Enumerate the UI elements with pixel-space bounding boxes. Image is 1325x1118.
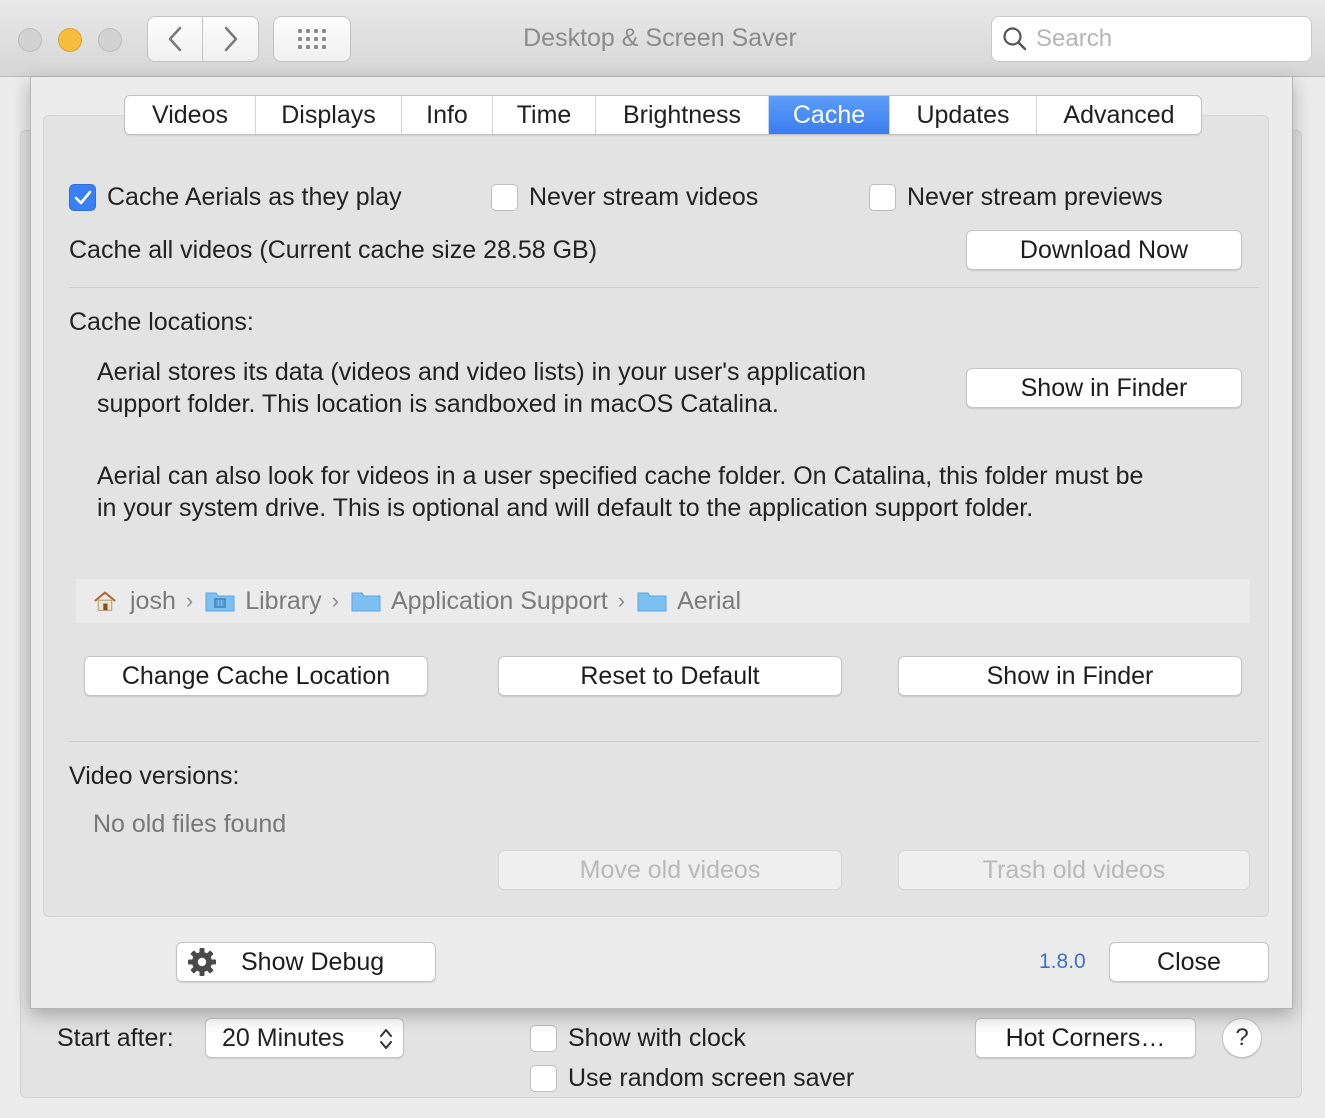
hot-corners-button[interactable]: Hot Corners… [975, 1018, 1196, 1058]
folder-icon [351, 592, 381, 612]
chevron-right-icon: › [331, 588, 339, 613]
path-segment-aerial[interactable]: Aerial [637, 587, 741, 616]
chevron-left-icon [168, 26, 182, 52]
tab-time[interactable]: Time [493, 96, 596, 134]
no-old-files-label: No old files found [93, 810, 287, 838]
show-in-finder-button[interactable]: Show in Finder [966, 368, 1242, 408]
path-segment-home[interactable]: josh [90, 587, 176, 616]
trash-old-videos-button[interactable]: Trash old videos [898, 850, 1250, 890]
folder-icon [637, 592, 667, 612]
download-now-button[interactable]: Download Now [966, 230, 1242, 270]
minimize-window-button[interactable] [58, 28, 82, 52]
never-stream-previews-checkbox[interactable] [869, 184, 896, 211]
use-random-row[interactable]: Use random screen saver [530, 1064, 854, 1093]
search-icon [1003, 27, 1027, 51]
grid-icon [298, 29, 326, 49]
search-field[interactable]: Search [991, 16, 1312, 62]
forward-button[interactable] [203, 16, 259, 62]
window-title: Desktop & Screen Saver [523, 24, 797, 52]
version-label[interactable]: 1.8.0 [1039, 950, 1086, 974]
cache-aerials-label: Cache Aerials as they play [107, 183, 402, 211]
cache-path-control[interactable]: josh › Library › Application Support › A… [76, 579, 1250, 623]
gear-icon [188, 948, 216, 976]
zoom-window-button[interactable] [98, 28, 122, 52]
reset-to-default-button[interactable]: Reset to Default [498, 656, 842, 696]
cache-aerials-checkbox[interactable] [69, 184, 96, 211]
custom-cache-description-line-2: in your system drive. This is optional a… [97, 494, 1034, 522]
show-debug-label: Show Debug [241, 947, 385, 976]
use-random-label: Use random screen saver [568, 1064, 855, 1092]
tab-updates[interactable]: Updates [890, 96, 1037, 134]
divider [69, 741, 1259, 742]
locations-description-line-2: support folder. This location is sandbox… [97, 390, 779, 418]
help-button[interactable]: ? [1222, 1018, 1262, 1058]
path-segment-application-support[interactable]: Application Support [351, 587, 608, 616]
divider [69, 287, 1259, 288]
never-stream-videos-checkbox[interactable] [491, 184, 518, 211]
video-versions-title: Video versions: [69, 762, 240, 790]
tab-bar: Videos Displays Info Time Brightness Cac… [124, 95, 1202, 135]
never-stream-videos-label: Never stream videos [529, 183, 759, 211]
move-old-videos-button[interactable]: Move old videos [498, 850, 842, 890]
path-segment-label: Application Support [390, 586, 608, 615]
show-with-clock-label: Show with clock [568, 1024, 746, 1052]
chevron-right-icon: › [185, 588, 194, 613]
show-debug-button[interactable]: Show Debug [176, 942, 436, 982]
title-bar: Desktop & Screen Saver Search [0, 0, 1325, 77]
never-stream-previews-row[interactable]: Never stream previews [869, 183, 1163, 212]
back-button[interactable] [147, 16, 203, 62]
cache-aerials-row[interactable]: Cache Aerials as they play [69, 183, 402, 212]
use-random-checkbox[interactable] [530, 1065, 557, 1092]
never-stream-videos-row[interactable]: Never stream videos [491, 183, 758, 212]
custom-cache-description-line-1: Aerial can also look for videos in a use… [97, 462, 1144, 490]
chevron-right-icon: › [617, 588, 626, 613]
start-after-label: Start after: [57, 1024, 174, 1052]
start-after-value: 20 Minutes [222, 1023, 345, 1052]
path-segment-label: josh [130, 586, 176, 615]
path-segment-label: Aerial [677, 586, 742, 615]
path-segment-label: Library [245, 586, 322, 615]
library-folder-icon [205, 592, 235, 612]
path-segment-library[interactable]: Library [205, 586, 322, 616]
checkmark-icon [74, 190, 91, 204]
chevron-right-icon [224, 26, 237, 52]
search-placeholder: Search [1036, 25, 1113, 52]
change-cache-location-button[interactable]: Change Cache Location [84, 656, 428, 696]
tab-advanced[interactable]: Advanced [1037, 96, 1201, 134]
tab-displays[interactable]: Displays [256, 96, 402, 134]
home-icon [94, 591, 116, 611]
show-with-clock-row[interactable]: Show with clock [530, 1024, 746, 1053]
show-all-button[interactable] [273, 16, 351, 62]
tab-videos[interactable]: Videos [125, 96, 256, 134]
show-in-finder-button[interactable]: Show in Finder [898, 656, 1242, 696]
locations-description-line-1: Aerial stores its data (videos and video… [97, 358, 867, 386]
tab-info[interactable]: Info [402, 96, 493, 134]
cache-locations-title: Cache locations: [69, 308, 254, 336]
start-after-popup[interactable]: 20 Minutes [205, 1018, 404, 1058]
close-button[interactable]: Close [1109, 942, 1269, 982]
tab-cache[interactable]: Cache [769, 96, 890, 134]
updown-arrows-icon [380, 1029, 392, 1049]
tab-brightness[interactable]: Brightness [596, 96, 769, 134]
show-with-clock-checkbox[interactable] [530, 1025, 557, 1052]
never-stream-previews-label: Never stream previews [907, 183, 1163, 211]
close-window-button[interactable] [18, 28, 42, 52]
aerial-preferences-sheet: Videos Displays Info Time Brightness Cac… [30, 77, 1293, 1009]
cache-all-label: Cache all videos (Current cache size 28.… [69, 236, 598, 264]
